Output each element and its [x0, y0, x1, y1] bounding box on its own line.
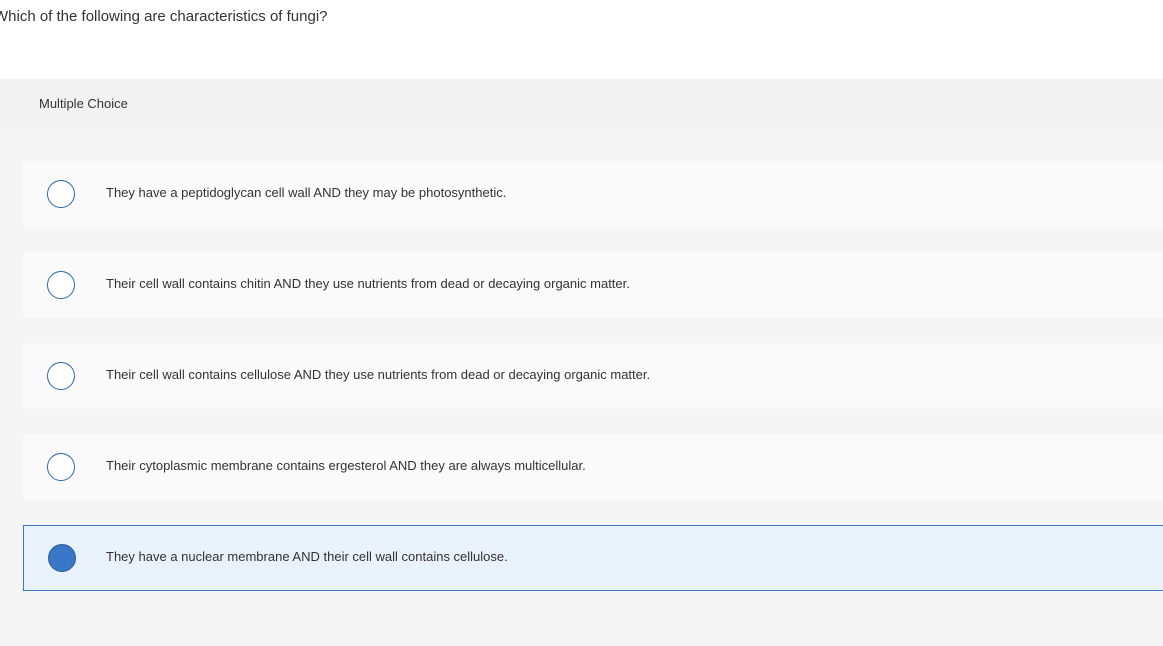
radio-button-icon[interactable]	[47, 453, 75, 481]
choice-label: Their cell wall contains cellulose AND t…	[106, 367, 651, 382]
radio-button-icon[interactable]	[47, 271, 75, 299]
choice-option-2[interactable]: Their cell wall contains chitin AND they…	[23, 252, 1163, 318]
choice-option-4[interactable]: Their cytoplasmic membrane contains erge…	[23, 434, 1163, 500]
choice-label: Their cell wall contains chitin AND they…	[106, 276, 630, 291]
section-label: Multiple Choice	[39, 96, 128, 111]
radio-button-selected-icon[interactable]	[48, 544, 76, 572]
choice-option-3[interactable]: Their cell wall contains cellulose AND t…	[23, 343, 1163, 409]
choice-label: They have a nuclear membrane AND their c…	[106, 549, 508, 564]
radio-button-icon[interactable]	[47, 362, 75, 390]
choice-label: They have a peptidoglycan cell wall AND …	[106, 185, 507, 200]
radio-button-icon[interactable]	[47, 180, 75, 208]
choice-option-5[interactable]: They have a nuclear membrane AND their c…	[23, 525, 1163, 591]
multiple-choice-header: Multiple Choice	[0, 79, 1163, 128]
question-text: Which of the following are characteristi…	[0, 8, 328, 25]
choice-option-1[interactable]: They have a peptidoglycan cell wall AND …	[23, 161, 1163, 227]
choice-label: Their cytoplasmic membrane contains erge…	[106, 458, 586, 473]
